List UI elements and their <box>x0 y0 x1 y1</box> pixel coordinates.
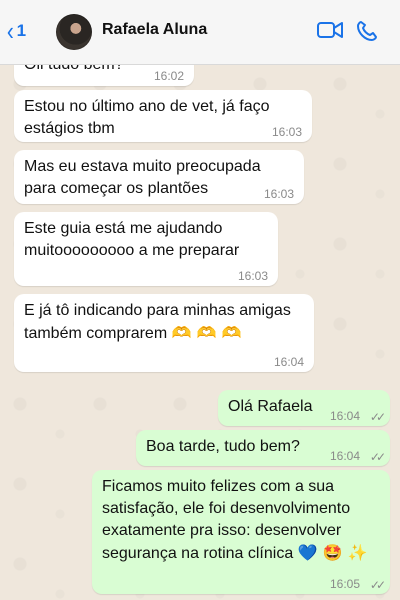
hands-heart-emoji: 🫶 🫶 🫶 <box>171 323 242 342</box>
read-receipt-icon: ✓✓ <box>369 578 386 592</box>
chat-header: ‹ 1 Rafaela Aluna <box>0 0 400 65</box>
message-text: Estou no último ano de vet, já faço está… <box>24 98 270 137</box>
message-text: Boa tarde, tudo bem? <box>146 438 300 455</box>
contact-name[interactable]: Rafaela Aluna <box>102 21 207 39</box>
message-text: Mas eu estava muito preocupada para come… <box>24 158 261 197</box>
message-time: 16:04 <box>329 409 360 423</box>
message-bubble[interactable]: Estou no último ano de vet, já faço está… <box>14 90 312 142</box>
read-receipt-icon: ✓✓ <box>369 450 386 464</box>
message-text: Olá Rafaela <box>228 398 313 415</box>
message-time: 16:03 <box>237 269 268 283</box>
back-button[interactable]: ‹ 1 <box>6 18 26 44</box>
message-text: E já tô indicando para minhas amigas tam… <box>24 302 291 342</box>
unread-count: 1 <box>16 21 27 40</box>
message-bubble[interactable]: Oii tudo bem? 16:02 <box>14 64 194 86</box>
video-call-icon[interactable] <box>317 20 343 45</box>
message-time: 16:03 <box>271 125 302 139</box>
message-bubble[interactable]: Ficamos muito felizes com a sua satisfaç… <box>92 470 390 594</box>
chevron-left-icon: ‹ <box>6 16 14 46</box>
message-list[interactable]: Oii tudo bem? 16:02 Estou no último ano … <box>0 64 400 600</box>
message-time: 16:04 <box>329 449 360 463</box>
read-receipt-icon: ✓✓ <box>369 410 386 424</box>
message-bubble[interactable]: Este guia está me ajudando muitooooooooo… <box>14 212 278 286</box>
message-bubble[interactable]: Mas eu estava muito preocupada para come… <box>14 150 304 204</box>
message-text: Este guia está me ajudando muitooooooooo… <box>24 220 240 259</box>
message-bubble[interactable]: Olá Rafaela 16:04 ✓✓ <box>218 390 390 426</box>
emoji-group: 💙 🤩 ✨ <box>297 543 368 562</box>
message-bubble[interactable]: E já tô indicando para minhas amigas tam… <box>14 294 314 372</box>
message-time: 16:04 <box>273 355 304 369</box>
phone-icon[interactable] <box>356 20 378 47</box>
message-time: 16:02 <box>153 69 184 83</box>
message-time: 16:05 <box>329 577 360 591</box>
avatar[interactable] <box>56 14 92 50</box>
message-bubble[interactable]: Boa tarde, tudo bem? 16:04 ✓✓ <box>136 430 390 466</box>
message-time: 16:03 <box>263 187 294 201</box>
message-text: Oii tudo bem? <box>24 64 124 73</box>
